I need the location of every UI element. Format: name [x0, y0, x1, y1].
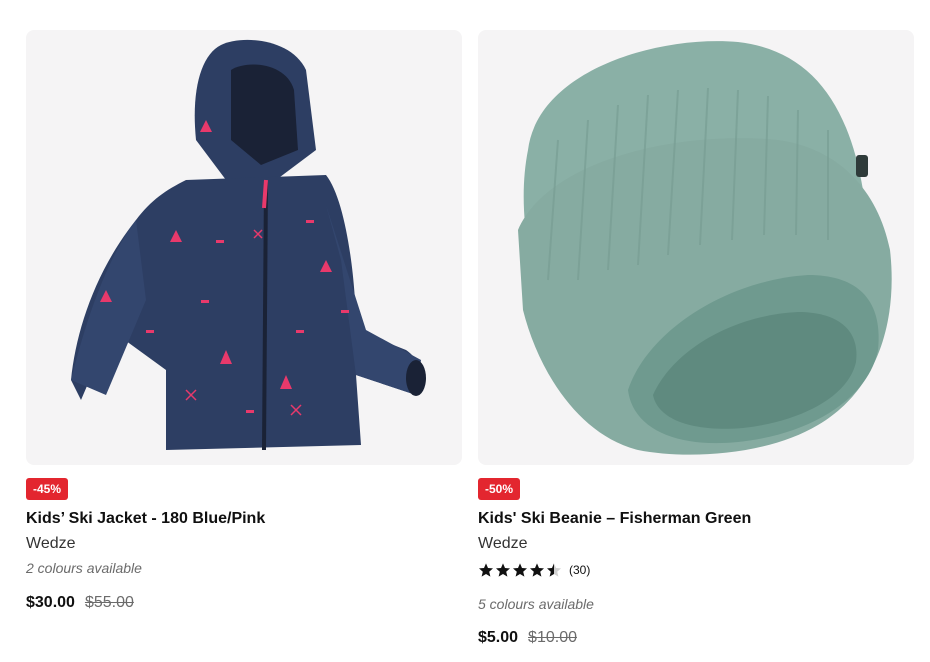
- star-full-icon: [513, 563, 527, 577]
- ski-jacket-image: [71, 39, 426, 451]
- current-price: $5.00: [478, 629, 519, 646]
- product-brand: Wedze: [478, 535, 528, 552]
- star-full-icon: [496, 563, 510, 577]
- product-image-ski-jacket[interactable]: [26, 30, 462, 465]
- star-full-icon: [530, 563, 544, 577]
- product-card-ski-beanie[interactable]: -50% Kids' Ski Beanie – Fisherman Green …: [478, 30, 914, 646]
- original-price: $55.00: [84, 594, 134, 611]
- colours-available: 2 colours available: [26, 560, 142, 576]
- price-block: $5.00 $10.00: [478, 629, 577, 647]
- product-title[interactable]: Kids' Ski Beanie – Fisherman Green: [478, 510, 751, 528]
- rating-stars: [478, 562, 563, 578]
- product-title[interactable]: Kids’ Ski Jacket - 180 Blue/Pink: [26, 510, 265, 528]
- original-price: $10.00: [528, 629, 577, 646]
- star-full-icon: [479, 563, 493, 577]
- beanie-image: [518, 41, 892, 455]
- rating-count: (30): [569, 563, 591, 577]
- product-rating[interactable]: (30): [478, 562, 590, 578]
- product-brand: Wedze: [26, 535, 76, 552]
- current-price: $30.00: [26, 594, 75, 611]
- discount-badge: -45%: [26, 478, 69, 500]
- discount-badge: -50%: [478, 478, 521, 500]
- star-half-icon: [547, 563, 561, 577]
- colours-available: 5 colours available: [478, 596, 594, 612]
- product-image-ski-beanie[interactable]: [478, 30, 914, 465]
- price-block: $30.00 $55.00: [26, 594, 134, 612]
- product-card-ski-jacket[interactable]: -45% Kids’ Ski Jacket - 180 Blue/Pink We…: [26, 30, 462, 611]
